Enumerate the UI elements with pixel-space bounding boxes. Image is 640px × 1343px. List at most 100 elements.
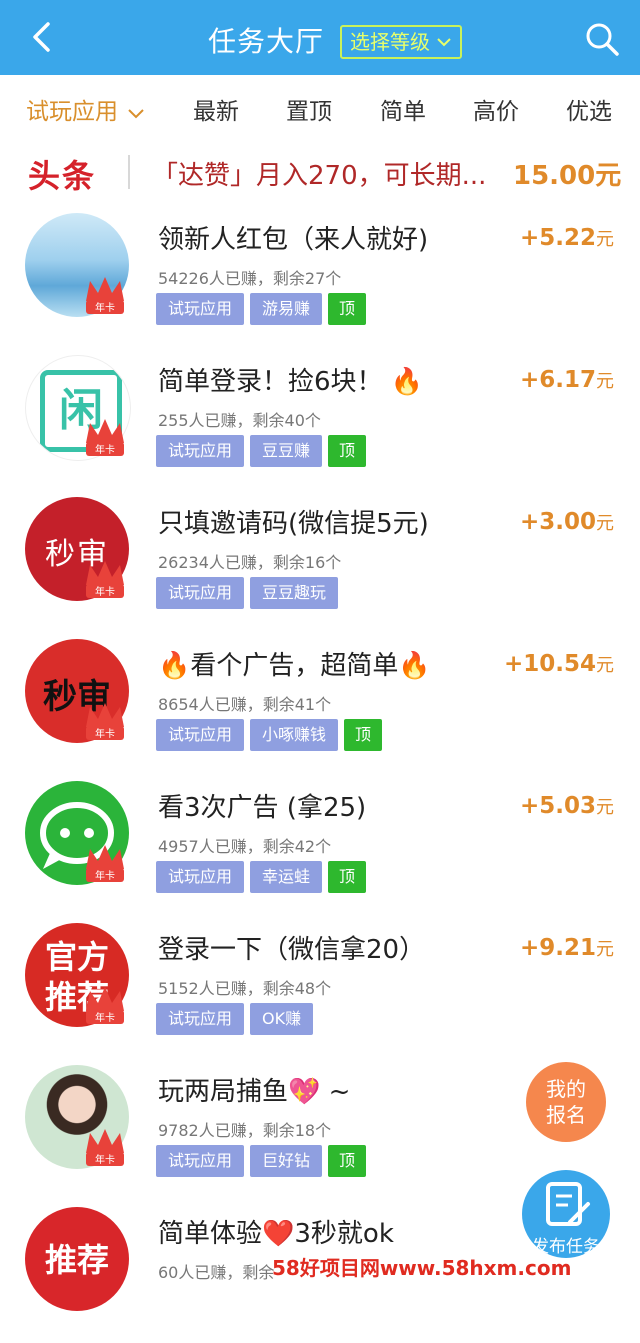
chevron-down-icon: [437, 38, 451, 47]
task-tags: 试玩应用 豆豆趣玩: [156, 577, 339, 609]
task-reward: +6.17元: [520, 367, 614, 393]
select-level-button[interactable]: 选择等级: [340, 25, 462, 59]
task-tags: 试玩应用 小啄赚钱 顶: [156, 719, 383, 751]
page-title: 任务大厅: [208, 25, 325, 58]
tag-chip: 豆豆赚: [250, 435, 323, 467]
reward-amount: +9.21: [519, 935, 596, 961]
task-reward: +10.54元: [504, 651, 614, 677]
reward-amount: +3.00: [519, 509, 596, 535]
task-stats: 9782人已赚，剩余18个: [158, 1121, 332, 1140]
tag-chip: 试玩应用: [156, 719, 245, 751]
task-stats: 60人已赚，剩余: [158, 1263, 275, 1282]
task-tags: 试玩应用 游易赚 顶: [156, 293, 367, 325]
tag-chip: 豆豆趣玩: [250, 577, 339, 609]
vip-crown-icon: 年卡: [86, 1129, 124, 1166]
task-reward: +5.22元: [520, 225, 614, 251]
reward-unit: 元: [596, 513, 614, 534]
task-stats: 54226人已赚，剩余27个: [158, 269, 342, 288]
task-stats: 8654人已赚，剩余41个: [158, 695, 332, 714]
tab-featured[interactable]: 优选: [566, 92, 612, 126]
tag-chip: 试玩应用: [156, 435, 245, 467]
watermark: 58好项目网www.58hxm.com: [272, 1256, 572, 1280]
headline-reward: 15.00元: [513, 161, 622, 191]
tag-chip: 试玩应用: [156, 1003, 245, 1035]
task-stats: 255人已赚，剩余40个: [158, 411, 321, 430]
chevron-down-icon: [128, 109, 145, 119]
tag-chip: OK赚: [250, 1003, 314, 1035]
vip-crown-icon: 年卡: [86, 703, 124, 740]
avatar-text: 推荐: [44, 1241, 109, 1279]
tab-pinned[interactable]: 置顶: [286, 92, 332, 126]
task-stats: 26234人已赚，剩余16个: [158, 553, 342, 572]
tag-chip: 小啄赚钱: [250, 719, 339, 751]
tag-chip: 巨好钻: [250, 1145, 323, 1177]
vip-crown-icon: 年卡: [86, 845, 124, 882]
vip-crown-icon: 年卡: [86, 987, 124, 1024]
my-signups-button[interactable]: 我的报名: [526, 1062, 606, 1142]
task-item[interactable]: 官方推荐 年卡 登录一下（微信拿20） 5152人已赚，剩余48个 试玩应用 O…: [0, 917, 640, 1059]
search-icon[interactable]: [583, 20, 621, 58]
pinned-badge: 顶: [328, 1145, 367, 1177]
vip-crown-icon: 年卡: [86, 561, 124, 598]
svg-text:年卡: 年卡: [95, 1153, 115, 1166]
task-item[interactable]: 秒审 年卡 🔥看个广告，超简单🔥 8654人已赚，剩余41个 试玩应用 小啄赚钱…: [0, 633, 640, 775]
task-stats: 5152人已赚，剩余48个: [158, 979, 332, 998]
task-item[interactable]: 年卡 看3次广告 (拿25) 4957人已赚，剩余42个 试玩应用 幸运蛙 顶 …: [0, 775, 640, 917]
tag-chip: 试玩应用: [156, 1145, 245, 1177]
reward-unit: 元: [596, 655, 614, 676]
tag-chip: 试玩应用: [156, 861, 245, 893]
task-reward: +3.00元: [520, 509, 614, 535]
task-title: 登录一下（微信拿20）: [158, 935, 426, 965]
task-reward: +5.03元: [520, 793, 614, 819]
svg-text:年卡: 年卡: [95, 301, 115, 314]
task-title: 简单体验❤️3秒就ok: [158, 1219, 394, 1249]
filter-tabs: 试玩应用 最新 置顶 简单 高价 优选: [0, 75, 640, 137]
task-title: 🔥看个广告，超简单🔥: [158, 651, 431, 681]
svg-text:年卡: 年卡: [95, 585, 115, 598]
vip-crown-icon: 年卡: [86, 419, 124, 456]
tag-chip: 试玩应用: [156, 293, 245, 325]
reward-unit: 元: [596, 229, 614, 250]
pinned-badge: 顶: [344, 719, 383, 751]
task-tags: 试玩应用 巨好钻 顶: [156, 1145, 367, 1177]
pinned-badge: 顶: [328, 861, 367, 893]
tag-chip: 试玩应用: [156, 577, 245, 609]
task-tags: 试玩应用 幸运蛙 顶: [156, 861, 367, 893]
select-level-label: 选择等级: [350, 30, 430, 54]
task-reward: +9.21元: [520, 935, 614, 961]
svg-text:年卡: 年卡: [95, 869, 115, 882]
tag-chip: 幸运蛙: [250, 861, 323, 893]
reward-amount: +5.22: [519, 225, 596, 251]
pinned-badge: 顶: [328, 435, 367, 467]
my-signups-label: 我的报名: [546, 1077, 586, 1127]
svg-text:年卡: 年卡: [95, 1011, 115, 1024]
vip-crown-icon: 年卡: [86, 277, 124, 314]
reward-amount: +6.17: [519, 367, 596, 393]
back-chevron-icon[interactable]: [26, 20, 60, 54]
reward-amount: +5.03: [519, 793, 596, 819]
tab-simple[interactable]: 简单: [380, 92, 426, 126]
tab-newest[interactable]: 最新: [193, 92, 239, 126]
tab-trial-apps[interactable]: 试玩应用: [26, 92, 145, 126]
task-title: 玩两局捕鱼💖 ~: [158, 1077, 351, 1107]
task-title: 简单登录！捡6块！ 🔥: [158, 367, 424, 397]
svg-text:年卡: 年卡: [95, 727, 115, 740]
task-tags: 试玩应用 OK赚: [156, 1003, 314, 1035]
headline-text: 「达赞」月入270，可长期...: [152, 161, 487, 191]
task-item[interactable]: 秒审 年卡 只填邀请码(微信提5元) 26234人已赚，剩余16个 试玩应用 豆…: [0, 491, 640, 633]
headline-banner[interactable]: 头条 「达赞」月入270，可长期... 15.00元: [0, 137, 640, 205]
task-avatar: 推荐: [25, 1207, 129, 1311]
pinned-badge: 顶: [328, 293, 367, 325]
reward-unit: 元: [596, 797, 614, 818]
task-stats: 4957人已赚，剩余42个: [158, 837, 332, 856]
task-item[interactable]: 闲 年卡 简单登录！捡6块！ 🔥 255人已赚，剩余40个 试玩应用 豆豆赚 顶…: [0, 349, 640, 491]
divider: [128, 155, 130, 189]
reward-unit: 元: [596, 939, 614, 960]
task-item[interactable]: 年卡 领新人红包（来人就好) 54226人已赚，剩余27个 试玩应用 游易赚 顶…: [0, 207, 640, 349]
app-header: 任务大厅 选择等级: [0, 0, 640, 75]
svg-text:年卡: 年卡: [95, 443, 115, 456]
tag-chip: 游易赚: [250, 293, 323, 325]
tab-label: 试玩应用: [26, 99, 118, 125]
reward-unit: 元: [596, 371, 614, 392]
tab-high-price[interactable]: 高价: [473, 92, 519, 126]
